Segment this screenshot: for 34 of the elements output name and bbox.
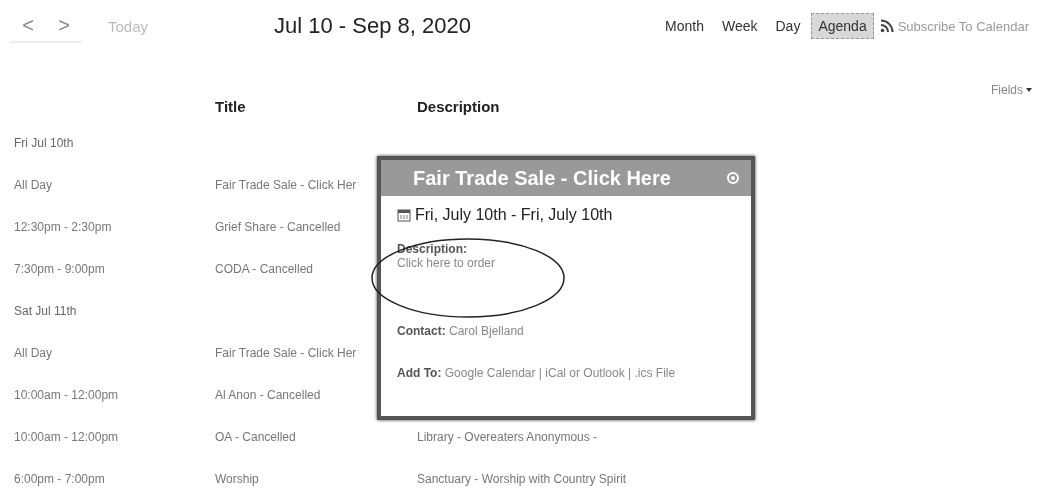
description-label: Description: <box>397 242 467 256</box>
event-time: All Day <box>14 178 53 192</box>
event-time: 10:00am - 12:00pm <box>14 388 120 402</box>
popup-dates: Fri, July 10th - Fri, July 10th <box>415 206 613 224</box>
calendar-icon <box>397 208 411 222</box>
add-to-label: Add To: <box>397 366 442 380</box>
description-text: Click here to order <box>397 256 496 270</box>
add-to-link[interactable]: iCal or Outlook <box>545 366 625 380</box>
column-header: Description <box>417 98 501 115</box>
date-range-title: Jul 10 - Sep 8, 2020 <box>274 13 472 39</box>
date-heading: Fri Jul 10th <box>14 136 75 150</box>
separator: | <box>628 366 632 380</box>
event-title[interactable]: Worship <box>215 472 417 486</box>
rss-icon <box>879 19 894 33</box>
subscribe-link[interactable]: Subscribe To Calendar <box>879 18 1029 34</box>
event-time: All Day <box>14 346 53 360</box>
event-description: Library - Overeaters Anonymous - <box>417 430 599 444</box>
contact-name: Carol Bjelland <box>449 324 524 338</box>
event-time: 12:30pm - 2:30pm <box>14 220 113 234</box>
add-to-link[interactable]: .ics File <box>634 366 676 380</box>
event-time: 6:00pm - 7:00pm <box>14 472 106 486</box>
event-description: Sanctuary - Worship with Country Spirit <box>417 472 628 486</box>
caret-icon <box>1026 88 1032 92</box>
contact-label: Contact: <box>397 324 446 338</box>
event-time: 7:30pm - 9:00pm <box>14 262 106 276</box>
popup-title: Fair Trade Sale - Click Here <box>413 166 671 190</box>
view-tab[interactable]: Agenda <box>811 13 874 39</box>
event-title[interactable]: OA - Cancelled <box>215 430 417 444</box>
event-time: 10:00am - 12:00pm <box>14 430 120 444</box>
add-to-link[interactable]: Google Calendar <box>444 366 536 380</box>
date-heading: Sat Jul 11th <box>14 304 78 318</box>
close-icon[interactable] <box>727 172 739 184</box>
column-header: Title <box>215 98 247 115</box>
separator: | <box>538 366 542 380</box>
